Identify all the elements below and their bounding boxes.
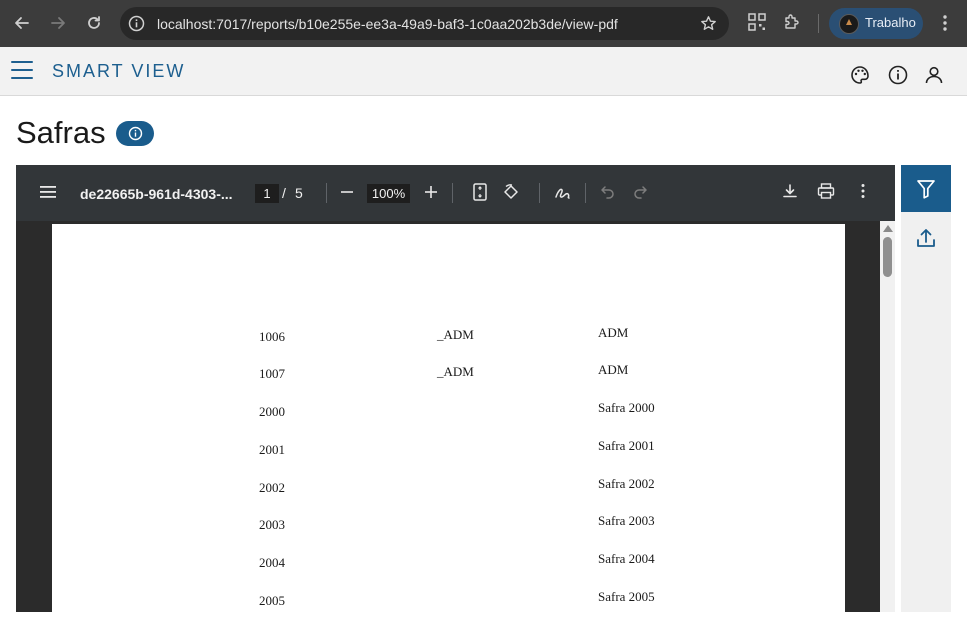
zoom-out-icon[interactable] xyxy=(340,185,354,204)
toolbar-divider xyxy=(585,183,586,203)
toolbar-divider xyxy=(539,183,540,203)
browser-toolbar: localhost:7017/reports/b10e255e-ee3a-49a… xyxy=(0,0,967,47)
address-bar[interactable]: localhost:7017/reports/b10e255e-ee3a-49a… xyxy=(120,7,729,40)
extensions-puzzle-icon[interactable] xyxy=(783,13,801,36)
info-icon[interactable] xyxy=(887,64,909,86)
pdf-cell-name: Safra 2004 xyxy=(598,551,655,566)
pdf-cell-code: 1007 xyxy=(259,366,285,381)
zoom-level-input[interactable]: 100% xyxy=(367,184,410,203)
pdf-more-options-icon[interactable] xyxy=(859,183,867,204)
forward-icon[interactable] xyxy=(47,12,69,34)
pdf-cell-code: 2003 xyxy=(259,517,285,532)
pdf-viewer: de22665b-961d-4303-... 1 / 5 100% 1006 _… xyxy=(16,165,895,624)
pdf-page: 1006 _ADM ADM 1007 _ADM ADM 2000 Safra 2… xyxy=(52,224,845,624)
pdf-cell-group: _ADM xyxy=(437,327,474,342)
side-panel xyxy=(901,165,951,612)
profile-name: Trabalho xyxy=(865,15,916,30)
browser-menu-icon[interactable] xyxy=(938,14,952,37)
print-icon[interactable] xyxy=(817,183,835,204)
page-number-input[interactable]: 1 xyxy=(255,184,279,203)
pdf-cell-name: Safra 2003 xyxy=(598,513,655,528)
pdf-cell-code: 2004 xyxy=(259,555,285,570)
pdf-cell-name: Safra 2001 xyxy=(598,438,655,453)
url-text[interactable]: localhost:7017/reports/b10e255e-ee3a-49a… xyxy=(157,16,618,32)
profile-button[interactable]: Trabalho xyxy=(829,8,923,39)
pdf-scrollbar[interactable] xyxy=(880,221,895,612)
pdf-file-name: de22665b-961d-4303-... xyxy=(80,186,233,202)
site-info-icon[interactable] xyxy=(128,15,145,37)
pdf-toolbar: de22665b-961d-4303-... 1 / 5 100% xyxy=(16,165,895,221)
pdf-cell-group: _ADM xyxy=(437,364,474,379)
pdf-cell-name: ADM xyxy=(598,325,629,340)
upload-icon xyxy=(917,229,935,247)
rotate-icon[interactable] xyxy=(502,183,520,206)
undo-icon[interactable] xyxy=(600,183,616,204)
fit-to-page-icon[interactable] xyxy=(473,183,487,206)
bookmark-star-icon[interactable] xyxy=(700,15,717,37)
menu-icon[interactable] xyxy=(11,61,33,81)
download-icon[interactable] xyxy=(782,183,798,204)
filter-icon xyxy=(917,179,935,199)
report-info-button[interactable] xyxy=(116,121,154,146)
toolbar-divider xyxy=(818,14,819,33)
avatar xyxy=(839,14,859,34)
pdf-cell-code: 1006 xyxy=(259,329,285,344)
info-icon xyxy=(128,126,142,141)
pdf-cell-code: 2001 xyxy=(259,442,285,457)
app-header: SMART VIEW xyxy=(0,47,967,96)
pdf-cell-code: 2000 xyxy=(259,404,285,419)
qr-code-icon[interactable] xyxy=(748,13,766,36)
pdf-sidebar-menu-icon[interactable] xyxy=(40,185,56,204)
user-icon[interactable] xyxy=(923,64,945,86)
pdf-cell-name: ADM xyxy=(598,362,629,377)
pdf-cell-name: Safra 2000 xyxy=(598,400,655,415)
palette-icon[interactable] xyxy=(849,64,871,86)
page-total: 5 xyxy=(295,185,303,201)
toolbar-divider xyxy=(452,183,453,203)
zoom-in-icon[interactable] xyxy=(424,185,438,204)
pdf-cell-code: 2002 xyxy=(259,480,285,495)
pdf-cell-name: Safra 2005 xyxy=(598,589,655,604)
annotate-icon[interactable] xyxy=(554,183,572,206)
page-separator: / xyxy=(282,185,286,201)
scroll-thumb[interactable] xyxy=(883,237,892,277)
app-brand: SMART VIEW xyxy=(52,61,186,81)
back-icon[interactable] xyxy=(11,12,33,34)
export-button[interactable] xyxy=(901,221,951,255)
reload-icon[interactable] xyxy=(83,12,105,34)
toolbar-divider xyxy=(326,183,327,203)
filter-button[interactable] xyxy=(901,165,951,212)
scroll-up-icon[interactable] xyxy=(883,225,893,232)
pdf-cell-name: Safra 2002 xyxy=(598,476,655,491)
page-title: Safras xyxy=(16,115,106,150)
pdf-cell-code: 2005 xyxy=(259,593,285,608)
redo-icon[interactable] xyxy=(632,183,648,204)
